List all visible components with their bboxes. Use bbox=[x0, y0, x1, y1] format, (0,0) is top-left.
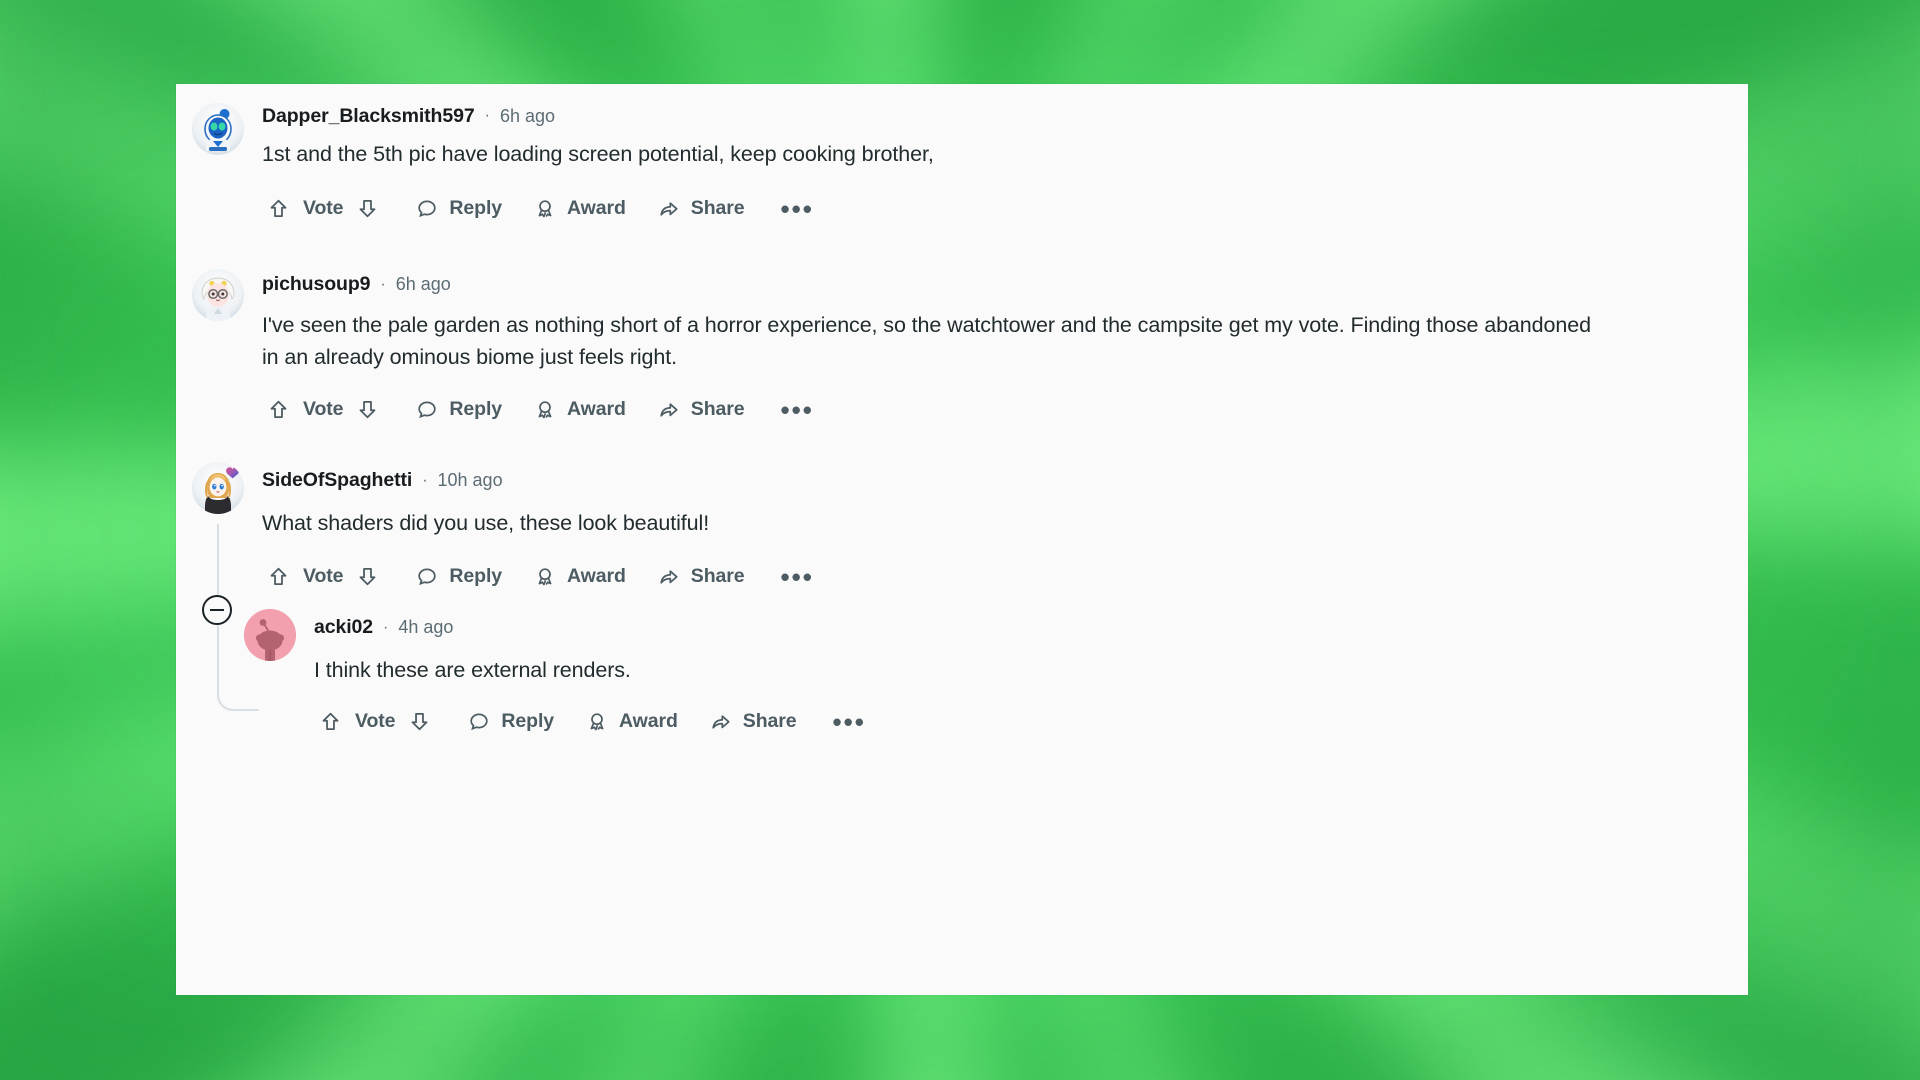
vote-group: Vote bbox=[262, 395, 384, 424]
reply-button[interactable]: Reply bbox=[416, 197, 502, 220]
comment-author[interactable]: pichusoup9 bbox=[262, 273, 371, 296]
overflow-menu-icon: ••• bbox=[780, 394, 814, 425]
upvote-icon[interactable] bbox=[262, 194, 295, 223]
share-button[interactable]: Share bbox=[710, 710, 797, 733]
separator-dot: · bbox=[484, 107, 490, 124]
comment-timestamp: 6h ago bbox=[499, 105, 555, 126]
share-label: Share bbox=[690, 565, 745, 587]
comment-bubble-icon bbox=[416, 399, 438, 421]
reply-label: Reply bbox=[501, 710, 555, 732]
thread-line bbox=[217, 524, 219, 596]
award-ribbon-icon bbox=[534, 198, 556, 220]
more-options-button[interactable]: ••• bbox=[780, 394, 814, 425]
share-arrow-icon bbox=[658, 198, 680, 220]
vote-group: Vote bbox=[262, 194, 384, 223]
vote-label[interactable]: Vote bbox=[295, 565, 351, 588]
comment-header: pichusoup9 · 6h ago bbox=[262, 263, 1748, 295]
comment-action-bar: Vote Reply Award Share ••• bbox=[262, 194, 1748, 223]
vote-label[interactable]: Vote bbox=[295, 197, 351, 220]
upvote-icon[interactable] bbox=[262, 562, 295, 591]
separator-dot: · bbox=[380, 275, 386, 293]
comment-action-bar: Vote Reply Award Share ••• bbox=[262, 562, 1748, 591]
share-button[interactable]: Share bbox=[658, 197, 745, 220]
reply-label: Reply bbox=[449, 398, 503, 420]
collapse-minus-icon bbox=[210, 609, 224, 611]
share-arrow-icon bbox=[658, 566, 680, 588]
comments-panel: Dapper_Blacksmith597 · 6h ago 1st and th… bbox=[176, 84, 1748, 995]
comment-timestamp: 4h ago bbox=[398, 617, 454, 637]
comment-author[interactable]: Dapper_Blacksmith597 bbox=[262, 105, 475, 128]
award-button[interactable]: Award bbox=[534, 197, 626, 220]
share-label: Share bbox=[690, 197, 745, 219]
award-label: Award bbox=[567, 565, 626, 587]
comment-body: I've seen the pale garden as nothing sho… bbox=[262, 313, 1591, 369]
more-options-button[interactable]: ••• bbox=[780, 561, 814, 592]
comment-bubble-icon bbox=[416, 566, 438, 588]
comment-header: acki02 · 4h ago bbox=[314, 609, 1748, 638]
reply-label: Reply bbox=[449, 565, 503, 587]
share-label: Share bbox=[742, 710, 797, 732]
vote-group: Vote bbox=[262, 562, 384, 591]
award-button[interactable]: Award bbox=[586, 710, 678, 733]
award-ribbon-icon bbox=[534, 566, 556, 588]
comment-action-bar: Vote Reply Award Share ••• bbox=[262, 395, 1748, 424]
vote-label[interactable]: Vote bbox=[347, 710, 403, 733]
overflow-menu-icon: ••• bbox=[780, 561, 814, 592]
award-label: Award bbox=[567, 398, 626, 420]
white-haired-glasses-avatar bbox=[192, 269, 244, 321]
award-label: Award bbox=[567, 197, 626, 219]
overflow-menu-icon: ••• bbox=[780, 193, 814, 224]
comment-thread-item: SideOfSpaghetti · 10h ago What shaders d… bbox=[176, 462, 1748, 736]
comment-body: 1st and the 5th pic have loading screen … bbox=[262, 142, 934, 166]
more-options-button[interactable]: ••• bbox=[780, 193, 814, 224]
comment-author[interactable]: acki02 bbox=[314, 616, 373, 639]
comment-bubble-icon bbox=[416, 198, 438, 220]
comment-thread-item: Dapper_Blacksmith597 · 6h ago 1st and th… bbox=[176, 84, 1748, 223]
separator-dot: · bbox=[422, 471, 428, 489]
downvote-icon[interactable] bbox=[351, 395, 384, 424]
comment-body: What shaders did you use, these look bea… bbox=[262, 511, 710, 535]
comment-action-bar: Vote Reply Award Share ••• bbox=[314, 707, 1748, 736]
nested-comment-thread-item: acki02 · 4h ago I think these are extern… bbox=[228, 609, 1748, 736]
award-ribbon-icon bbox=[534, 399, 556, 421]
award-label: Award bbox=[619, 710, 678, 732]
award-button[interactable]: Award bbox=[534, 398, 626, 421]
upvote-icon[interactable] bbox=[314, 707, 347, 736]
comment-thread-item: pichusoup9 · 6h ago I've seen the pale g… bbox=[176, 263, 1748, 424]
comment-body: I think these are external renders. bbox=[314, 658, 631, 682]
reply-button[interactable]: Reply bbox=[468, 710, 554, 733]
avatar[interactable] bbox=[244, 609, 296, 661]
blue-alien-astronaut-avatar bbox=[192, 103, 244, 155]
avatar[interactable] bbox=[192, 103, 244, 155]
share-arrow-icon bbox=[710, 711, 732, 733]
vote-group: Vote bbox=[314, 707, 436, 736]
comment-bubble-icon bbox=[468, 711, 490, 733]
reply-label: Reply bbox=[449, 197, 503, 219]
share-label: Share bbox=[690, 398, 745, 420]
award-button[interactable]: Award bbox=[534, 565, 626, 588]
overflow-menu-icon: ••• bbox=[832, 706, 866, 737]
vote-label[interactable]: Vote bbox=[295, 398, 351, 421]
share-arrow-icon bbox=[658, 399, 680, 421]
share-button[interactable]: Share bbox=[658, 565, 745, 588]
comment-author[interactable]: SideOfSpaghetti bbox=[262, 469, 412, 492]
downvote-icon[interactable] bbox=[403, 707, 436, 736]
snoo-pink-avatar bbox=[244, 609, 296, 661]
more-options-button[interactable]: ••• bbox=[832, 706, 866, 737]
reply-button[interactable]: Reply bbox=[416, 565, 502, 588]
comment-header: SideOfSpaghetti · 10h ago bbox=[262, 462, 1748, 491]
reply-button[interactable]: Reply bbox=[416, 398, 502, 421]
share-button[interactable]: Share bbox=[658, 398, 745, 421]
comment-header: Dapper_Blacksmith597 · 6h ago bbox=[262, 84, 1748, 127]
award-ribbon-icon bbox=[586, 711, 608, 733]
comment-timestamp: 10h ago bbox=[437, 470, 503, 490]
downvote-icon[interactable] bbox=[351, 562, 384, 591]
downvote-icon[interactable] bbox=[351, 194, 384, 223]
separator-dot: · bbox=[383, 618, 389, 636]
comment-timestamp: 6h ago bbox=[395, 274, 451, 294]
blonde-anime-heart-avatar bbox=[192, 462, 244, 514]
upvote-icon[interactable] bbox=[262, 395, 295, 424]
avatar[interactable] bbox=[192, 269, 244, 321]
avatar[interactable] bbox=[192, 462, 244, 514]
